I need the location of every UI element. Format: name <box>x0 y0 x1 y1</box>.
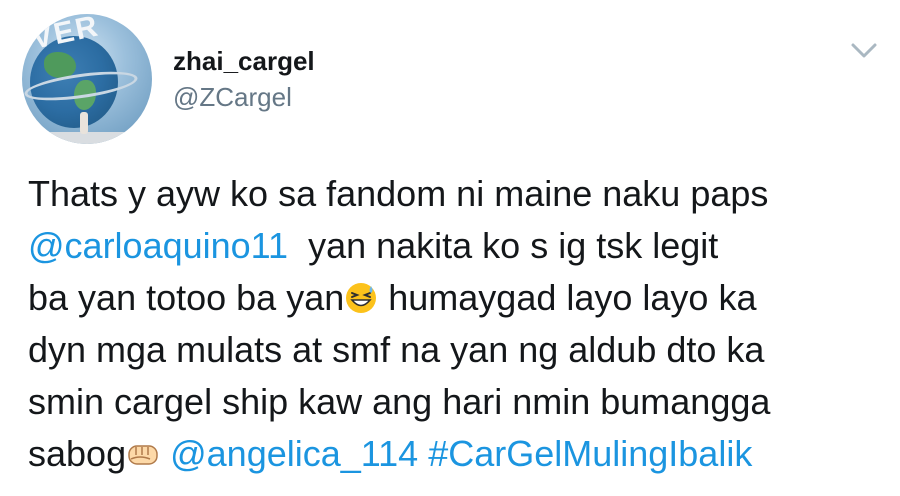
author-handle[interactable]: @ZCargel <box>173 82 292 113</box>
hashtag-link[interactable]: #CarGelMulingIbalik <box>428 433 752 474</box>
tweet-line-4: dyn mga mulats at smf na yan ng aldub dt… <box>28 329 765 370</box>
chevron-down-icon[interactable] <box>849 40 879 62</box>
mention-link[interactable]: @angelica_114 <box>170 433 418 474</box>
mention-link[interactable]: @carloaquino11 <box>28 225 288 266</box>
tweet-line-3: ba yan totoo ba yan humaygad layo layo k… <box>28 277 757 318</box>
grinning-squinting-sweat-face-emoji-icon <box>346 283 377 313</box>
fist-bump-emoji-icon <box>128 445 158 465</box>
tweet-line-1: Thats y ayw ko sa fandom ni maine naku p… <box>28 173 769 214</box>
avatar-person <box>80 112 88 134</box>
tweet-text: Thats y ayw ko sa fandom ni maine naku p… <box>28 168 890 480</box>
author-avatar[interactable]: VER <box>22 14 152 144</box>
author-display-name[interactable]: zhai_cargel <box>173 46 315 77</box>
tweet-line-6: sabog @angelica_114 #CarGelMulingIbalik <box>28 433 753 474</box>
tweet-line-5: smin cargel ship kaw ang hari nmin buman… <box>28 381 771 422</box>
tweet-line-2: @carloaquino11 yan nakita ko s ig tsk le… <box>28 225 719 266</box>
